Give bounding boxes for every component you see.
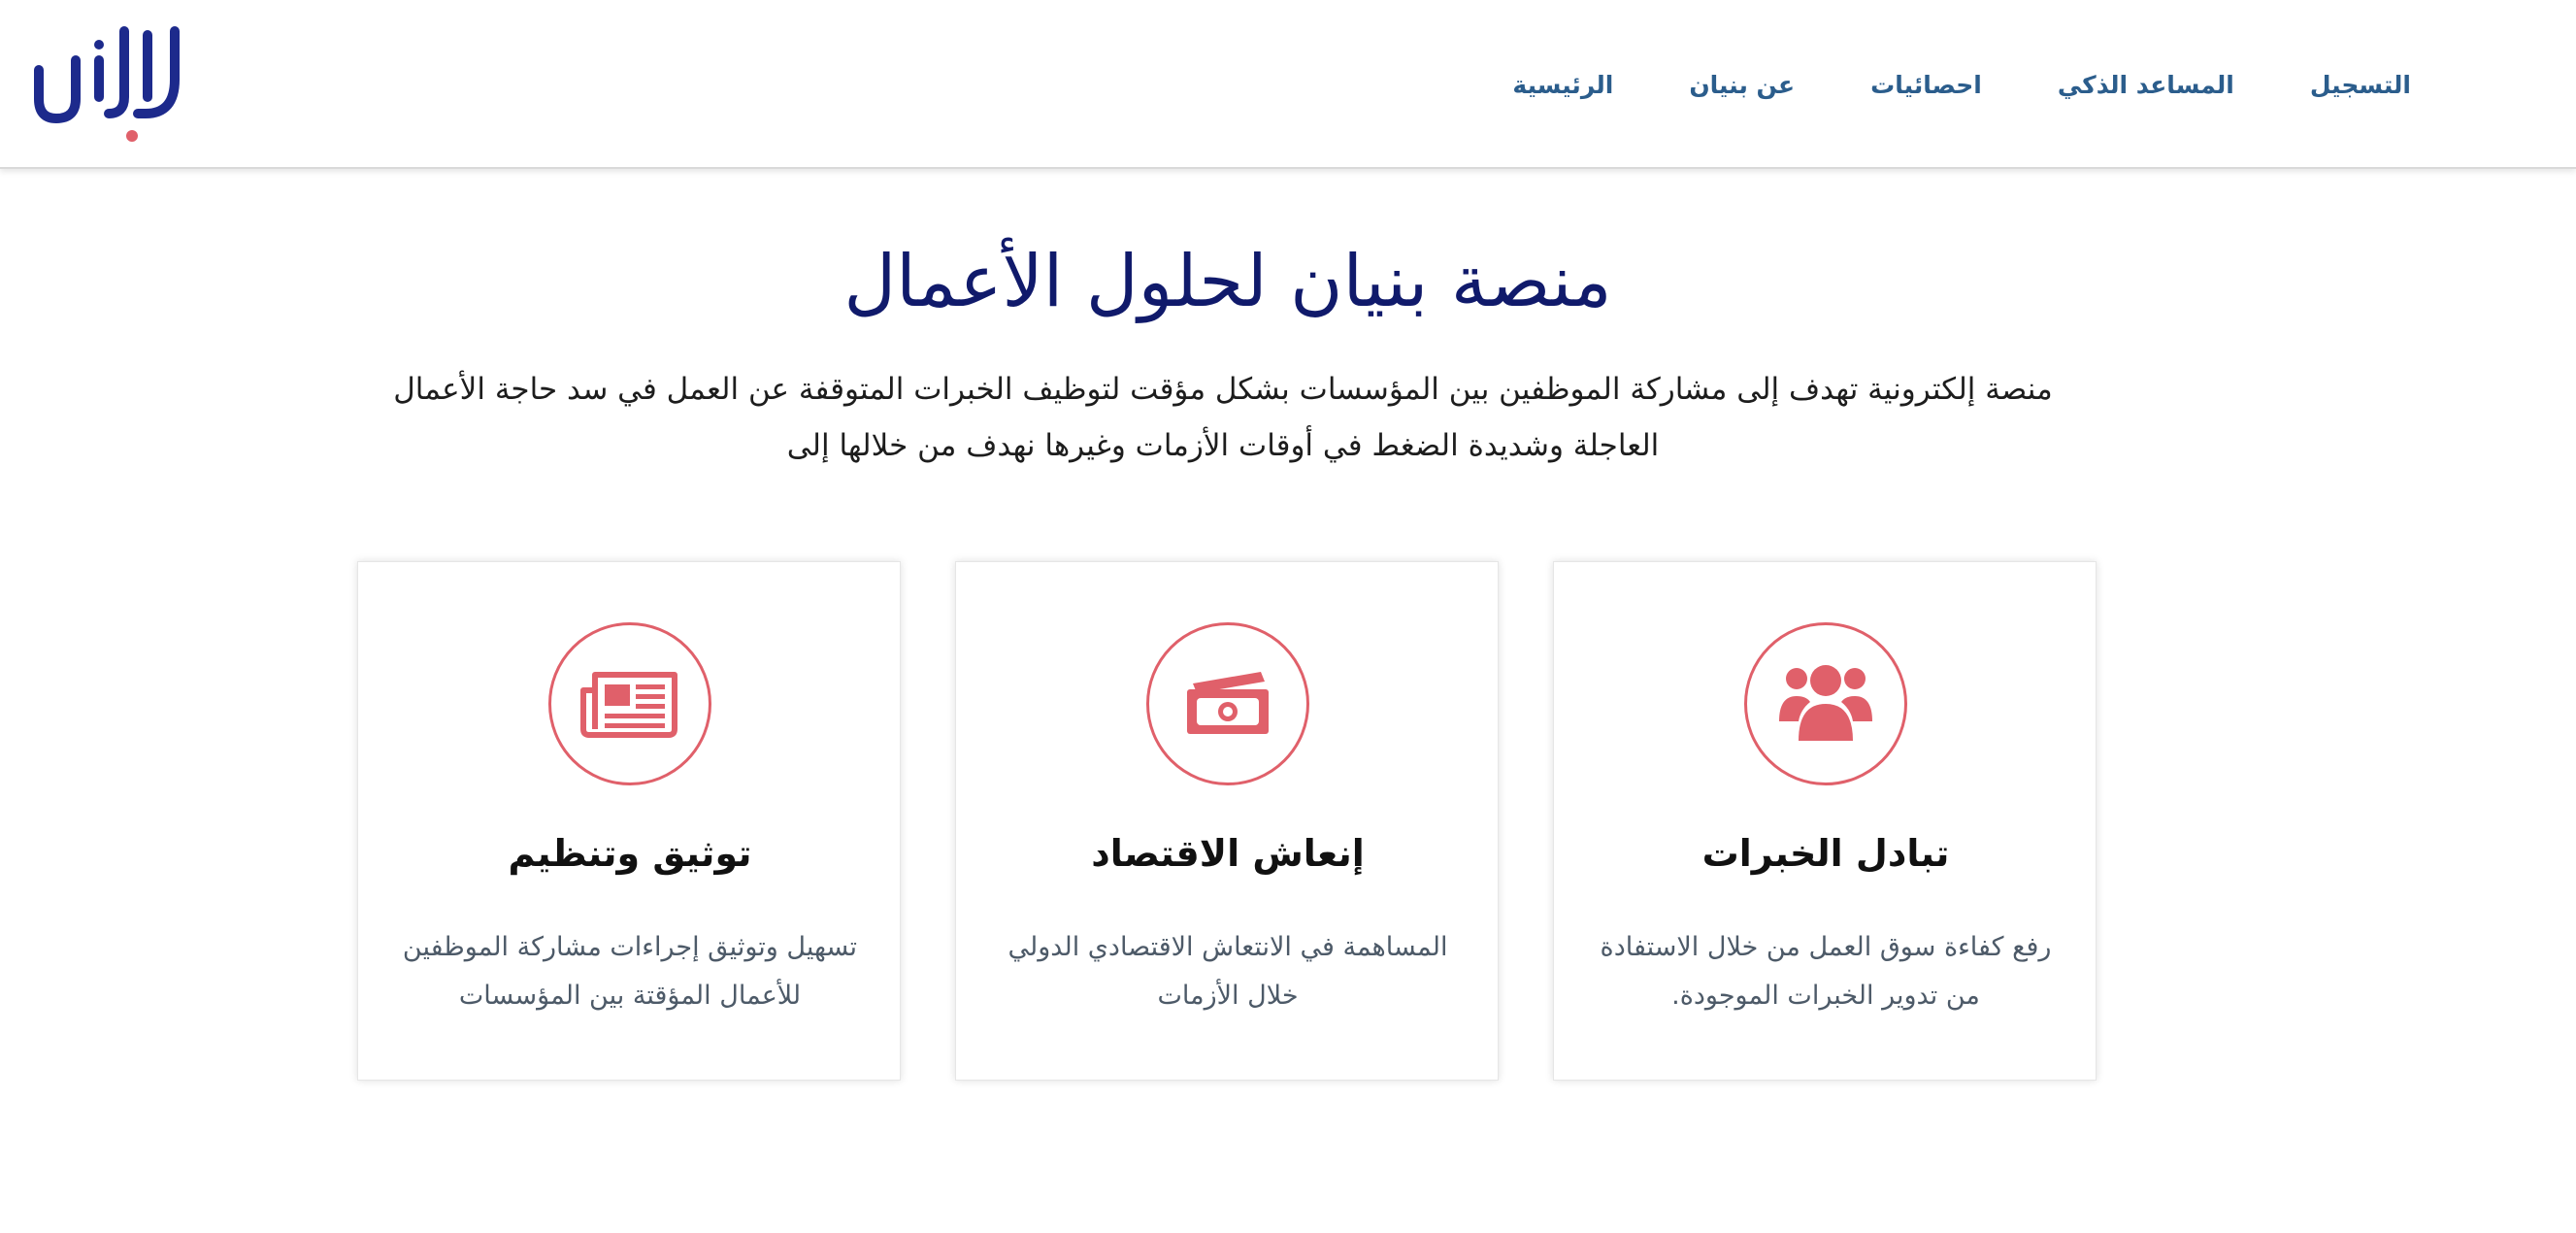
card-title: إنعاش الاقتصاد bbox=[1091, 832, 1365, 875]
card-text: تسهيل وتوثيق إجراءات مشاركة الموظفين للأ… bbox=[402, 932, 858, 1011]
card-title: توثيق وتنظيم bbox=[508, 832, 752, 875]
site-header: الرئيسية عن بنيان احصائيات المساعد الذكي… bbox=[0, 0, 2576, 169]
card-text: المساهمة في الانتعاش الاقتصادي الدولي خل… bbox=[1007, 932, 1448, 1011]
feature-card-documentation: توثيق وتنظيم تسهيل وتوثيق إجراءات مشاركة… bbox=[357, 561, 901, 1081]
nav-smart-assistant[interactable]: المساعد الذكي bbox=[2058, 71, 2234, 99]
nav-home[interactable]: الرئيسية bbox=[1512, 71, 1613, 99]
main-nav: الرئيسية عن بنيان احصائيات المساعد الذكي… bbox=[1512, 0, 2411, 169]
card-text: رفع كفاءة سوق العمل من خلال الاستفادة من… bbox=[1600, 932, 2052, 1011]
nav-about[interactable]: عن بنيان bbox=[1689, 71, 1795, 99]
nav-register[interactable]: التسجيل bbox=[2310, 71, 2411, 99]
newspaper-icon bbox=[548, 622, 711, 785]
users-icon bbox=[1744, 622, 1907, 785]
hero-description: منصة إلكترونية تهدف إلى مشاركة الموظفين … bbox=[393, 372, 2053, 463]
card-title: تبادل الخبرات bbox=[1701, 832, 1950, 875]
logo[interactable] bbox=[31, 21, 186, 148]
feature-card-economy: إنعاش الاقتصاد المساهمة في الانتعاش الاق… bbox=[955, 561, 1499, 1081]
feature-card-expertise: تبادل الخبرات رفع كفاءة سوق العمل من خلا… bbox=[1553, 561, 2097, 1081]
logo-mark bbox=[34, 26, 180, 142]
money-icon bbox=[1146, 622, 1309, 785]
page-title: منصة بنيان لحلول الأعمال bbox=[843, 240, 1612, 323]
nav-statistics[interactable]: احصائيات bbox=[1870, 71, 1982, 99]
